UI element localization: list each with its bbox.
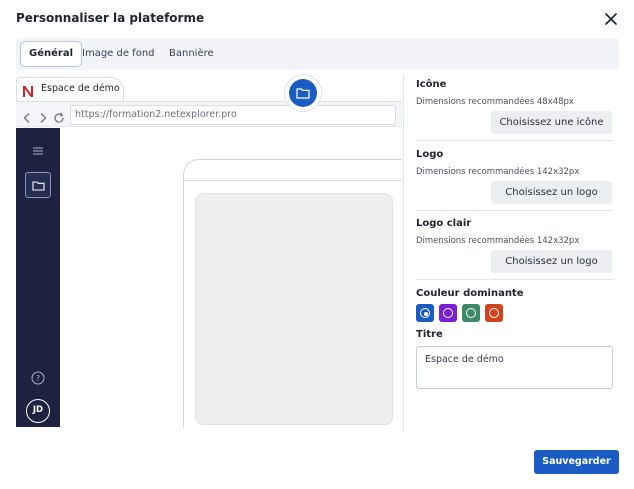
dialog-title: Personnaliser la plateforme <box>16 11 205 25</box>
save-button[interactable]: Sauvegarder <box>534 450 619 474</box>
browser-tab-label: Espace de démo <box>41 83 120 94</box>
icon-size-hint: Dimensions recommandées 48x48px <box>416 97 574 107</box>
tab-bar: Général Image de fond Bannière <box>16 38 619 70</box>
close-icon[interactable] <box>603 11 619 27</box>
tab-banner[interactable]: Bannière <box>161 41 222 67</box>
panel-divider <box>403 74 404 432</box>
folder-icon <box>296 88 310 99</box>
reload-icon <box>53 109 65 123</box>
folder-icon <box>32 181 45 191</box>
divider <box>416 210 613 211</box>
choose-icon-button[interactable]: Choisissez une icône <box>491 111 612 134</box>
logo-size-hint: Dimensions recommandées 142x32px <box>416 167 580 177</box>
color-swatch-blue[interactable] <box>416 304 434 322</box>
help-icon: ? <box>31 370 45 385</box>
dominant-color-title: Couleur dominante <box>416 288 524 299</box>
icon-section-title: Icône <box>416 79 447 90</box>
choose-light-logo-button[interactable]: Choisissez un logo <box>491 250 612 273</box>
choose-logo-button[interactable]: Choisissez un logo <box>491 181 612 204</box>
browser-address-bar: https://formation2.netexplorer.pro <box>16 101 402 127</box>
tab-background-image[interactable]: Image de fond <box>74 41 163 67</box>
svg-text:?: ? <box>36 374 40 383</box>
title-field-label: Titre <box>416 329 443 340</box>
device-content-card <box>195 193 393 425</box>
forward-icon <box>37 109 49 123</box>
browser-tab: Espace de démo <box>16 77 124 101</box>
preview-canvas <box>60 128 402 427</box>
color-swatch-green[interactable] <box>462 304 480 322</box>
divider <box>416 279 613 280</box>
title-input[interactable]: Espace de démo <box>416 346 613 389</box>
selected-dot <box>424 312 428 316</box>
light-logo-size-hint: Dimensions recommandées 142x32px <box>416 236 580 246</box>
preview-sidebar: ? JD <box>16 128 60 427</box>
color-swatch-orange[interactable] <box>485 304 503 322</box>
logo-section-title: Logo <box>416 149 444 160</box>
back-icon <box>21 109 33 123</box>
platform-preview: Espace de démo https://formation2.netexp… <box>16 74 402 427</box>
netexplorer-logo-icon <box>22 83 34 97</box>
avatar: JD <box>26 399 50 423</box>
color-swatch-purple[interactable] <box>439 304 457 322</box>
url-field: https://formation2.netexplorer.pro <box>70 105 396 125</box>
tab-general[interactable]: Général <box>20 41 82 67</box>
app-icon-bubble <box>284 74 322 112</box>
device-frame <box>183 159 402 427</box>
light-logo-section-title: Logo clair <box>416 218 472 229</box>
device-header-line <box>184 180 402 181</box>
divider <box>416 140 613 141</box>
folder-nav-item <box>25 172 51 198</box>
customize-platform-dialog: Personnaliser la plateforme Général Imag… <box>0 0 634 489</box>
menu-icon <box>31 142 45 155</box>
